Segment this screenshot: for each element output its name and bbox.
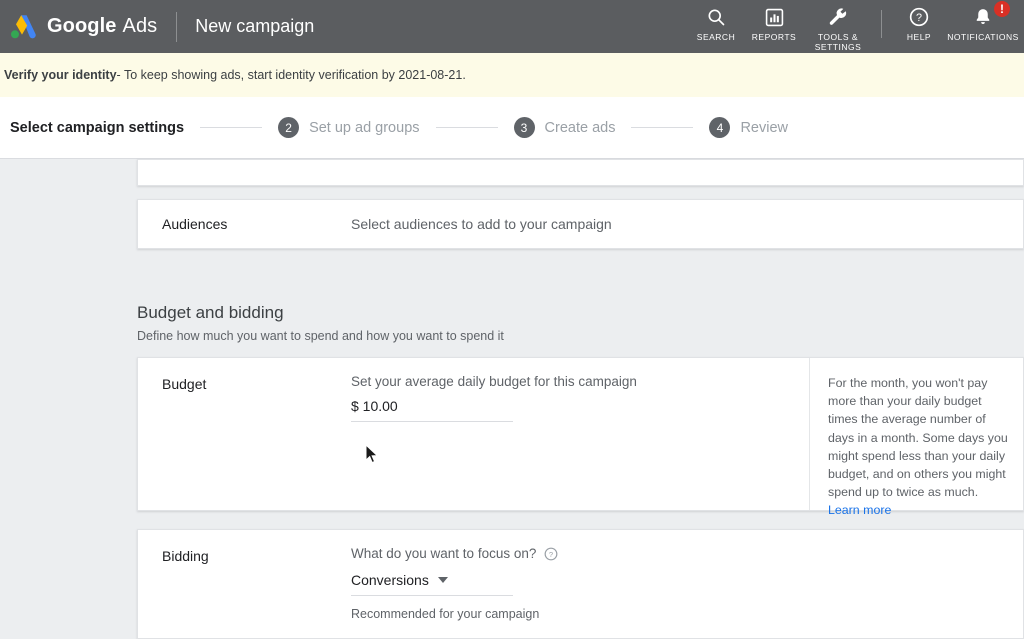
bidding-focus-value: Conversions: [351, 572, 429, 588]
step-set-up-ad-groups[interactable]: 2 Set up ad groups: [278, 117, 420, 138]
brand-ads: Ads: [122, 15, 158, 37]
svg-text:?: ?: [916, 12, 922, 24]
step-4-number: 4: [709, 117, 731, 138]
learn-more-link[interactable]: Learn more: [828, 503, 891, 517]
campaign-settings-scroll-area[interactable]: Audiences Select audiences to add to you…: [0, 159, 1024, 639]
notifications-badge: !: [994, 1, 1010, 17]
campaign-stepper: Select campaign settings 2 Set up ad gro…: [0, 97, 1024, 159]
budget-label: Budget: [162, 376, 207, 392]
bidding-hint: Recommended for your campaign: [351, 607, 540, 621]
bidding-focus-select[interactable]: Conversions: [351, 572, 513, 596]
header-divider: [176, 11, 178, 42]
step-2-label: Set up ad groups: [309, 119, 420, 136]
budget-help-text-wrap: For the month, you won't pay more than y…: [828, 374, 1013, 520]
wrench-icon: [828, 6, 849, 28]
search-button[interactable]: SEARCH: [687, 0, 745, 42]
help-circle-icon: ?: [909, 6, 929, 28]
bell-icon: [973, 6, 993, 28]
help-button[interactable]: ? HELP: [890, 0, 948, 42]
svg-text:?: ?: [549, 549, 553, 558]
bar-chart-icon: [765, 6, 784, 28]
bidding-caption: What do you want to focus on? ?: [351, 546, 1023, 561]
bidding-help-icon[interactable]: ?: [544, 547, 558, 561]
budget-card: Budget Set your average daily budget for…: [137, 357, 1024, 517]
step-3-label: Create ads: [544, 119, 616, 136]
step-2-number: 2: [278, 117, 300, 138]
bidding-card: Bidding What do you want to focus on? ? …: [137, 529, 1024, 639]
budget-bidding-title: Budget and bidding: [137, 303, 284, 322]
step-connector-1: [200, 127, 263, 128]
step-connector-2: [435, 127, 498, 128]
budget-help-panel: For the month, you won't pay more than y…: [809, 358, 1023, 517]
app-header: Google Ads New campaign SEARCH REPORTS T…: [0, 0, 1024, 53]
reports-button[interactable]: REPORTS: [745, 0, 803, 42]
brand-logo-group[interactable]: Google Ads: [0, 12, 157, 42]
budget-bidding-subtitle: Define how much you want to spend and ho…: [137, 329, 504, 343]
banner-body-text: - To keep showing ads, start identity ve…: [116, 68, 466, 82]
budget-fields: Set your average daily budget for this c…: [351, 358, 809, 510]
page-title: New campaign: [195, 16, 315, 36]
bidding-label: Bidding: [162, 548, 209, 564]
budget-bidding-section-header: Budget and bidding Define how much you w…: [137, 302, 1024, 343]
banner-strong-text: Verify your identity: [4, 68, 117, 82]
header-actions: SEARCH REPORTS TOOLS & SETTINGS ? HELP !…: [687, 0, 1024, 53]
tools-settings-button[interactable]: TOOLS & SETTINGS: [803, 0, 873, 52]
settings-content-column: Audiences Select audiences to add to you…: [137, 159, 1024, 639]
header-action-separator: [881, 10, 882, 38]
budget-caption: Set your average daily budget for this c…: [351, 374, 809, 389]
chevron-down-icon: [437, 577, 448, 583]
help-label: HELP: [906, 32, 932, 42]
step-select-campaign-settings[interactable]: Select campaign settings: [10, 120, 184, 136]
search-icon: [706, 6, 726, 28]
notifications-button[interactable]: ! NOTIFICATIONS: [947, 0, 1019, 42]
budget-help-text: For the month, you won't pay more than y…: [828, 376, 1008, 500]
brand-google: Google: [47, 15, 117, 37]
audiences-card[interactable]: Audiences Select audiences to add to you…: [137, 199, 1024, 249]
step-review[interactable]: 4 Review: [709, 117, 788, 138]
notifications-label: NOTIFICATIONS: [947, 32, 1019, 42]
audiences-label: Audiences: [162, 216, 228, 232]
audiences-value[interactable]: Select audiences to add to your campaign: [351, 216, 612, 232]
step-1-label: Select campaign settings: [10, 119, 185, 136]
google-ads-logo-icon: [8, 12, 38, 42]
budget-caption-text: Set your average daily budget for this c…: [351, 374, 637, 389]
tools-settings-label: TOOLS & SETTINGS: [814, 32, 862, 52]
daily-budget-input[interactable]: $ 10.00: [351, 398, 513, 422]
bidding-caption-text: What do you want to focus on?: [351, 546, 537, 561]
step-3-number: 3: [513, 117, 535, 138]
step-4-label: Review: [740, 119, 788, 136]
verify-identity-banner: Verify your identity - To keep showing a…: [0, 53, 1024, 97]
reports-label: REPORTS: [751, 32, 797, 42]
step-create-ads[interactable]: 3 Create ads: [513, 117, 616, 138]
brand-text: Google Ads: [47, 15, 157, 38]
step-connector-3: [631, 127, 694, 128]
search-label: SEARCH: [696, 32, 736, 42]
bidding-fields: What do you want to focus on? ? Conversi…: [351, 530, 1023, 638]
previous-setting-card-clipped[interactable]: [137, 159, 1024, 186]
